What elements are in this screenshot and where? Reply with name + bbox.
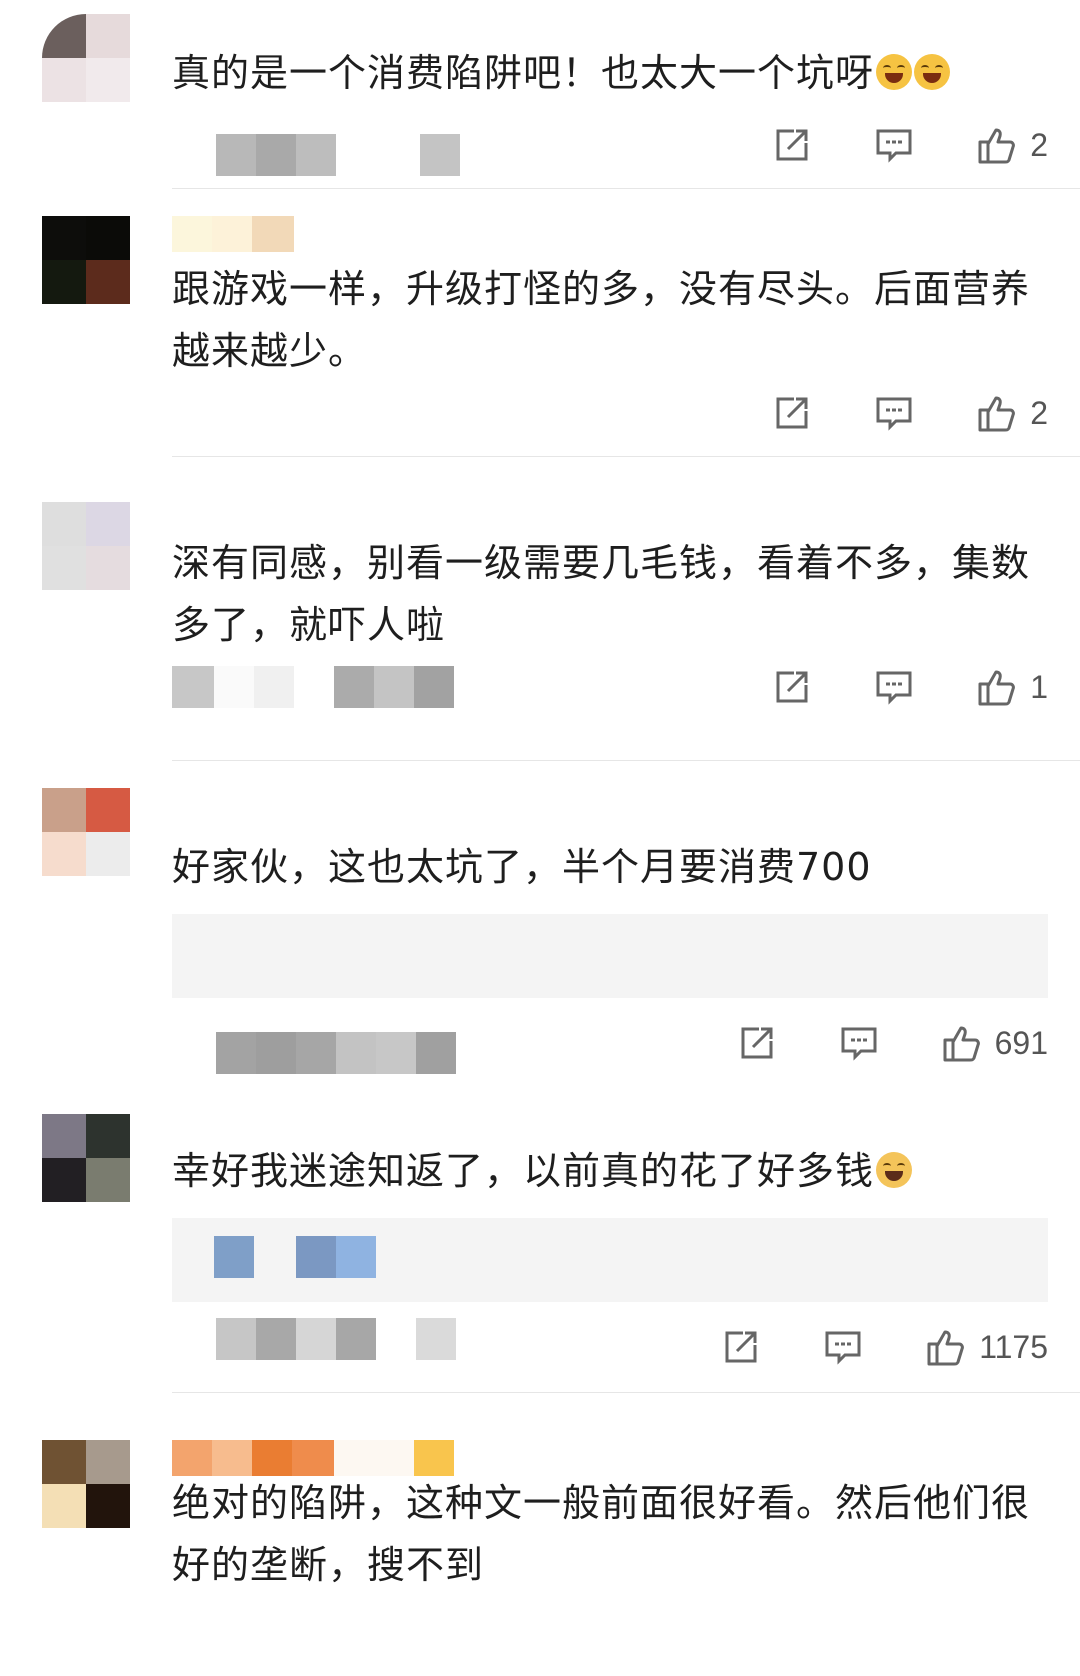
like-count: 2 xyxy=(1030,126,1048,163)
like-button[interactable]: 2 xyxy=(976,124,1048,166)
share-button[interactable] xyxy=(772,393,812,433)
share-icon xyxy=(776,129,808,161)
comment-button[interactable] xyxy=(874,125,914,165)
quoted-content[interactable] xyxy=(172,914,1048,998)
share-button[interactable] xyxy=(772,125,812,165)
divider xyxy=(172,1392,1080,1393)
thumbs-up-icon xyxy=(943,1026,980,1062)
comment-button[interactable] xyxy=(874,393,914,433)
comment-text: 跟游戏一样，升级打怪的多，没有尽头。后面营养越来越少。 xyxy=(172,267,1031,373)
comment-text: 好家伙，这也太坑了，半个月要消费700 xyxy=(172,845,872,889)
share-icon xyxy=(725,1331,757,1363)
like-count: 2 xyxy=(1030,394,1048,431)
comment-button[interactable] xyxy=(839,1023,879,1063)
comment-text: 深有同感，别看一级需要几毛钱，看着不多，集数多了，就吓人啦 xyxy=(172,541,1031,647)
share-button[interactable] xyxy=(737,1023,777,1063)
comment-icon xyxy=(876,129,912,163)
comment-actions: 1175 xyxy=(659,1324,1048,1370)
comment-actions: 2 xyxy=(710,122,1048,168)
avatar[interactable] xyxy=(42,14,130,102)
thumbs-up-icon xyxy=(978,128,1016,164)
laugh-cry-emoji xyxy=(914,54,951,90)
avatar[interactable] xyxy=(42,216,130,304)
share-button[interactable] xyxy=(721,1327,761,1367)
crying-emoji xyxy=(876,1152,913,1188)
username[interactable] xyxy=(172,1440,454,1476)
comment-button[interactable] xyxy=(874,667,914,707)
comment-actions: 691 xyxy=(675,1020,1048,1066)
comment-icon xyxy=(876,397,912,431)
avatar[interactable] xyxy=(42,502,130,590)
avatar[interactable] xyxy=(42,788,130,876)
thumbs-up-icon xyxy=(927,1330,965,1366)
divider xyxy=(172,188,1080,189)
avatar[interactable] xyxy=(42,1114,130,1202)
comment-meta xyxy=(172,1318,456,1360)
like-button[interactable]: 2 xyxy=(976,392,1048,434)
like-count: 1 xyxy=(1030,668,1048,705)
comment-text: 绝对的陷阱，这种文一般前面很好看。然后他们很好的垄断，搜不到 xyxy=(172,1481,1031,1587)
like-button[interactable]: 1 xyxy=(976,666,1048,708)
share-icon xyxy=(776,671,808,703)
avatar[interactable] xyxy=(42,1440,130,1528)
username[interactable] xyxy=(172,216,294,252)
like-button[interactable]: 691 xyxy=(941,1022,1048,1064)
like-button[interactable]: 1175 xyxy=(925,1326,1048,1368)
comment-actions: 1 xyxy=(710,664,1048,710)
like-count: 1175 xyxy=(979,1328,1048,1365)
comment-actions: 2 xyxy=(710,390,1048,436)
laugh-cry-emoji xyxy=(876,54,913,90)
comment-meta xyxy=(172,134,460,176)
quoted-content[interactable] xyxy=(172,1218,1048,1302)
comment-text: 幸好我迷途知返了，以前真的花了好多钱 xyxy=(172,1140,1052,1202)
like-count: 691 xyxy=(994,1024,1048,1061)
comment-meta xyxy=(172,1032,456,1074)
thumbs-up-icon xyxy=(978,670,1016,706)
comment-button[interactable] xyxy=(823,1327,863,1367)
thumbs-up-icon xyxy=(978,396,1016,432)
comment-icon xyxy=(876,671,912,705)
comment-meta xyxy=(172,666,454,708)
divider xyxy=(172,760,1080,761)
comment-icon xyxy=(825,1331,861,1365)
comment-icon xyxy=(841,1027,877,1061)
share-button[interactable] xyxy=(772,667,812,707)
comment-text: 真的是一个消费陷阱吧！也太大一个坑呀 xyxy=(172,42,1052,104)
share-icon xyxy=(741,1027,773,1059)
share-icon xyxy=(776,397,808,429)
divider xyxy=(172,456,1080,457)
